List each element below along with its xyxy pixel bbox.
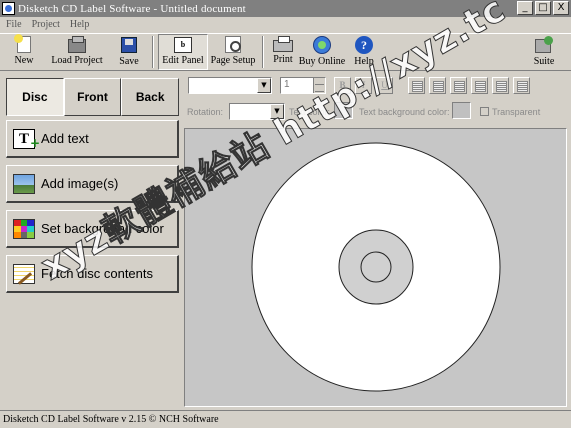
status-bar: Disketch CD Label Software v 2.15 © NCH … <box>0 410 571 428</box>
new-document-icon <box>14 34 31 53</box>
help-label: Help <box>354 56 374 67</box>
italic-button[interactable]: I <box>355 77 372 94</box>
suite-button[interactable]: Suite <box>529 34 559 70</box>
suite-icon <box>534 36 554 54</box>
edit-panel-icon: b <box>174 37 192 53</box>
page-setup-icon <box>225 36 241 53</box>
window-title: Disketch CD Label Software - Untitled do… <box>18 2 246 15</box>
floppy-disk-icon <box>121 37 137 53</box>
font-size-spinner[interactable]: 1 <box>280 77 326 94</box>
suite-label: Suite <box>533 56 555 67</box>
label-tabs: Disc Front Back <box>6 78 180 116</box>
buy-online-label: Buy Online <box>298 56 346 67</box>
save-button[interactable]: Save <box>110 34 148 70</box>
chevron-down-icon: ▼ <box>270 104 284 119</box>
maximize-button[interactable]: □ <box>535 1 551 15</box>
load-project-label: Load Project <box>51 55 103 66</box>
font-size-value: 1 <box>284 79 290 90</box>
app-icon <box>2 2 15 15</box>
align-top-button[interactable] <box>492 77 509 94</box>
align-right-button[interactable] <box>450 77 467 94</box>
page-setup-label: Page Setup <box>210 55 256 66</box>
image-icon <box>13 173 35 194</box>
globe-icon <box>313 36 331 54</box>
add-text-button[interactable]: T Add text <box>6 120 179 158</box>
rotation-select[interactable]: ▼ <box>229 103 285 120</box>
notepad-icon <box>13 263 35 284</box>
menu-file[interactable]: File <box>6 19 22 30</box>
disc-center-hole <box>360 251 392 283</box>
text-add-icon: T <box>13 128 40 152</box>
spinner-arrows-icon <box>313 78 325 93</box>
toolbar: New Load Project Save b Edit Panel Page … <box>0 33 571 71</box>
set-background-color-button[interactable]: Set background color <box>6 210 179 248</box>
color-palette-icon <box>13 218 35 239</box>
print-label: Print <box>273 54 293 65</box>
save-label: Save <box>119 56 139 67</box>
align-middle-button[interactable] <box>513 77 530 94</box>
title-bar: Disketch CD Label Software - Untitled do… <box>0 0 571 17</box>
align-justify-button[interactable] <box>471 77 488 94</box>
transparent-label: Transparent <box>492 107 541 117</box>
align-left-button[interactable] <box>408 77 425 94</box>
new-button[interactable]: New <box>4 34 44 70</box>
edit-panel-button[interactable]: b Edit Panel <box>158 34 208 70</box>
help-button[interactable]: ? Help <box>346 34 382 70</box>
window-controls: _ □ X <box>517 1 569 15</box>
chevron-down-icon: ▼ <box>257 78 271 93</box>
left-panel: Disc Front Back T Add text Add image(s) … <box>0 72 183 408</box>
font-select[interactable]: ▼ <box>188 77 272 94</box>
design-canvas[interactable] <box>184 128 567 407</box>
toolbar-separator <box>262 36 264 68</box>
align-center-button[interactable] <box>429 77 446 94</box>
tab-back[interactable]: Back <box>121 78 180 116</box>
format-bar: ▼ 1 B I U Rotation: ▼ Text color: Text b… <box>184 72 571 127</box>
bold-button[interactable]: B <box>334 77 351 94</box>
status-text: Disketch CD Label Software v 2.15 © NCH … <box>3 414 219 425</box>
print-button[interactable]: Print <box>268 34 298 70</box>
transparent-checkbox[interactable] <box>480 107 489 116</box>
tab-front[interactable]: Front <box>63 78 122 116</box>
new-label: New <box>14 55 34 66</box>
set-background-color-label: Set background color <box>41 221 164 236</box>
fetch-disc-contents-label: Fetch disc contents <box>41 266 153 281</box>
rotation-label: Rotation: <box>187 107 224 117</box>
minimize-button[interactable]: _ <box>517 1 533 15</box>
add-images-button[interactable]: Add image(s) <box>6 165 179 203</box>
folder-open-icon <box>68 36 86 53</box>
page-setup-button[interactable]: Page Setup <box>208 34 258 70</box>
text-color-label: Text color: <box>289 107 331 117</box>
printer-icon <box>273 36 293 52</box>
menu-project[interactable]: Project <box>32 19 60 30</box>
disc-preview <box>251 142 501 392</box>
fetch-disc-contents-button[interactable]: Fetch disc contents <box>6 255 179 293</box>
menu-help[interactable]: Help <box>70 19 89 30</box>
toolbar-separator <box>152 36 154 68</box>
menu-bar: File Project Help <box>0 17 571 32</box>
add-images-label: Add image(s) <box>41 176 119 191</box>
buy-online-button[interactable]: Buy Online <box>298 34 346 70</box>
help-icon: ? <box>355 36 373 54</box>
add-text-label: Add text <box>41 131 89 146</box>
close-button[interactable]: X <box>553 1 569 15</box>
underline-button[interactable]: U <box>376 77 393 94</box>
text-background-color-label: Text background color: <box>359 107 450 117</box>
load-project-button[interactable]: Load Project <box>44 34 110 70</box>
edit-panel-label: Edit Panel <box>162 55 204 66</box>
text-color-swatch[interactable] <box>334 102 353 119</box>
tab-disc[interactable]: Disc <box>6 78 64 116</box>
text-background-color-swatch[interactable] <box>452 102 471 119</box>
